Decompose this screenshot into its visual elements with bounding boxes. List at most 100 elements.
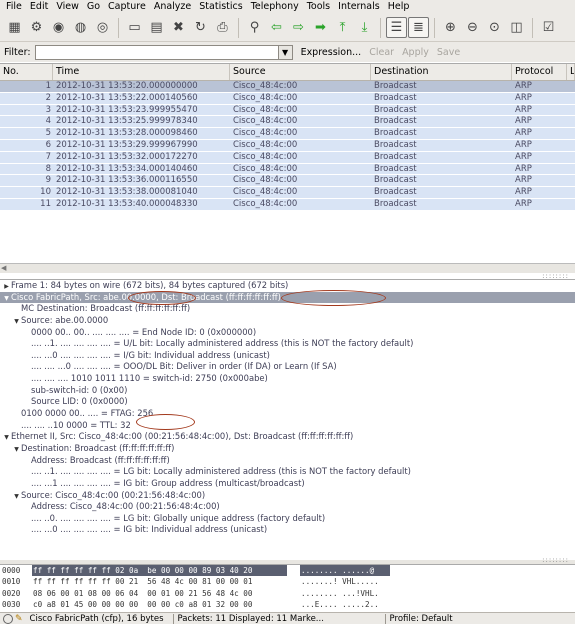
detail-line[interactable]: .... ...1 .... .... .... .... = IG bit: … — [0, 478, 575, 490]
detail-line[interactable]: ▶ Frame 1: 84 bytes on wire (672 bits), 8… — [0, 280, 575, 292]
detail-line[interactable]: .... ..1. .... .... .... .... = U/L bit:… — [0, 338, 575, 350]
detail-line[interactable]: Source LID: 0 (0x0000) — [0, 396, 575, 408]
detail-line[interactable]: ▼ Cisco FabricPath, Src: abe.00.0000, Dst… — [0, 291, 575, 304]
menu-go[interactable]: Go — [83, 0, 104, 14]
detail-line[interactable]: .... .... ..10 0000 = TTL: 32 — [0, 420, 575, 432]
detail-line[interactable]: .... ..1. .... .... .... .... = LG bit: … — [0, 466, 575, 478]
apply-button[interactable]: Apply — [402, 47, 429, 58]
menu-capture[interactable]: Capture — [104, 0, 150, 14]
last-packet-icon[interactable]: ⤓ — [354, 17, 375, 38]
find-icon[interactable]: ⚲ — [244, 17, 265, 38]
detail-line[interactable]: MC Destination: Broadcast (ff:ff:ff:ff:f… — [0, 303, 575, 315]
options-icon[interactable]: ⚙ — [26, 17, 47, 38]
column-header-source[interactable]: Source — [230, 64, 371, 80]
bytes-row[interactable]: 0020 08 06 00 01 08 00 06 04 00 01 00 21 … — [0, 588, 575, 599]
zoom-out-icon[interactable]: ⊖ — [462, 17, 483, 38]
packet-row[interactable]: 1 2012-10-31 13:53:20.000000000 Cisco_48:4… — [0, 81, 575, 93]
detail-line[interactable]: .... ...0 .... .... .... .... = I/G bit:… — [0, 350, 575, 362]
filter-input[interactable] — [34, 44, 279, 60]
detail-line[interactable]: ▼ Ethernet II, Src: Cisco_48:4c:00 (00:21… — [0, 431, 575, 443]
save-file-icon[interactable]: ▤ — [146, 17, 167, 38]
colorize-icon[interactable]: ☰ — [386, 17, 407, 38]
first-packet-icon[interactable]: ⤒ — [332, 17, 353, 38]
cell-time: 2012-10-31 13:53:40.000048330 — [56, 198, 198, 209]
autoscroll-icon[interactable]: ≣ — [408, 17, 429, 38]
detail-line[interactable]: .... ..0. .... .... .... .... = LG bit: … — [0, 513, 575, 525]
detail-line[interactable]: .... ...0 .... .... .... .... = IG bit: … — [0, 524, 575, 536]
expression-button[interactable]: Expression... — [301, 47, 362, 58]
start-capture-icon[interactable]: ◉ — [48, 17, 69, 38]
pane-splitter-grip[interactable]: :::::::: — [542, 556, 569, 564]
back-icon[interactable]: ⇦ — [266, 17, 287, 38]
bytes-row[interactable]: 0030 c0 a8 01 45 00 00 00 00 00 00 c0 a8 … — [0, 599, 575, 610]
menu-view[interactable]: View — [52, 0, 83, 14]
column-header-destination[interactable]: Destination — [371, 64, 512, 80]
column-header-time[interactable]: Time — [53, 64, 230, 80]
detail-line[interactable]: 0000 00.. 00.. .... .... .... = End Node… — [0, 327, 575, 339]
zoom-in-icon[interactable]: ⊕ — [440, 17, 461, 38]
detail-line[interactable]: 0100 0000 00.. .... = FTAG: 256 — [0, 408, 575, 420]
detail-text: Source: Cisco_48:4c:00 (00:21:56:48:4c:0… — [21, 489, 206, 500]
bytes-row[interactable]: 0000 ff ff ff ff ff ff 02 0a be 00 00 00 … — [0, 565, 575, 576]
goto-icon[interactable]: ➡ — [310, 17, 331, 38]
detail-line[interactable]: ▼ Source: Cisco_48:4c:00 (00:21:56:48:4c:… — [0, 490, 575, 502]
detail-line[interactable]: ▼ Destination: Broadcast (ff:ff:ff:ff:ff:… — [0, 443, 575, 455]
detail-line[interactable]: .... .... ...0 .... .... .... = OOO/DL B… — [0, 361, 575, 373]
capture-filters-icon[interactable]: ☑ — [538, 17, 559, 38]
print-icon[interactable]: ⎙ — [212, 17, 233, 38]
detail-line[interactable]: Address: Broadcast (ff:ff:ff:ff:ff:ff) — [0, 455, 575, 467]
detail-line[interactable]: sub-switch-id: 0 (0x00) — [0, 385, 575, 397]
detail-line[interactable]: ▼ Source: abe.00.0000 — [0, 315, 575, 327]
capture-comment-icon[interactable]: ✎ — [15, 614, 23, 624]
detail-line[interactable]: Address: Cisco_48:4c:00 (00:21:56:48:4c:… — [0, 501, 575, 513]
column-header-protocol[interactable]: Protocol — [512, 64, 567, 80]
bytes-hex: 08 06 00 01 08 00 06 04 00 01 00 21 56 4… — [33, 588, 253, 598]
menu-edit[interactable]: Edit — [26, 0, 52, 14]
menu-internals[interactable]: Internals — [334, 0, 384, 14]
detail-line[interactable]: .... .... .... 1010 1011 1110 = switch-i… — [0, 373, 575, 385]
packet-row[interactable]: 8 2012-10-31 13:53:34.000140460 Cisco_48:4… — [0, 163, 575, 176]
detail-text: Ethernet II, Src: Cisco_48:4c:00 (00:21:… — [11, 431, 354, 442]
packet-row[interactable]: 9 2012-10-31 13:53:36.000116550 Cisco_48:4… — [0, 175, 575, 188]
resize-columns-icon[interactable]: ◫ — [506, 17, 527, 38]
horizontal-scrollbar[interactable]: ◀ — [0, 263, 575, 273]
chevron-down-icon[interactable]: ▼ — [278, 44, 293, 60]
open-file-icon[interactable]: ▭ — [124, 17, 145, 38]
menu-bar: File Edit View Go Capture Analyze Statis… — [0, 0, 575, 14]
restart-capture-icon[interactable]: ◎ — [92, 17, 113, 38]
cell-no: 1 — [45, 81, 51, 91]
menu-statistics[interactable]: Statistics — [195, 0, 246, 14]
menu-tools[interactable]: Tools — [303, 0, 334, 14]
forward-icon[interactable]: ⇨ — [288, 17, 309, 38]
toolbar-divider — [118, 17, 119, 38]
stop-capture-icon[interactable]: ◍ — [70, 17, 91, 38]
packet-row[interactable]: 2 2012-10-31 13:53:22.000140560 Cisco_48:4… — [0, 92, 575, 105]
cell-source: Cisco_48:4c:00 — [233, 175, 298, 186]
packet-row[interactable]: 11 2012-10-31 13:53:40.000048330 Cisco_48:… — [0, 198, 575, 211]
bytes-offset: 0010 — [2, 577, 21, 587]
menu-file[interactable]: File — [2, 0, 26, 14]
scroll-left-icon[interactable]: ◀ — [1, 264, 6, 272]
packet-row[interactable]: 4 2012-10-31 13:53:25.999978340 Cisco_48:4… — [0, 116, 575, 129]
clear-button[interactable]: Clear — [369, 47, 394, 58]
reload-icon[interactable]: ↻ — [190, 17, 211, 38]
cell-protocol: ARP — [515, 163, 532, 174]
menu-analyze[interactable]: Analyze — [150, 0, 195, 14]
menu-help[interactable]: Help — [384, 0, 414, 14]
cell-destination: Broadcast — [374, 116, 417, 127]
save-button[interactable]: Save — [437, 47, 460, 58]
close-file-icon[interactable]: ✖ — [168, 17, 189, 38]
packet-row[interactable]: 10 2012-10-31 13:53:38.000081040 Cisco_48:… — [0, 187, 575, 199]
bytes-row[interactable]: 0010 ff ff ff ff ff ff 00 21 56 48 4c 00 … — [0, 576, 575, 587]
packet-row[interactable]: 6 2012-10-31 13:53:29.999967990 Cisco_48:4… — [0, 139, 575, 152]
expert-info-icon[interactable] — [3, 613, 13, 624]
packet-row[interactable]: 3 2012-10-31 13:53:23.999955470 Cisco_48:4… — [0, 104, 575, 117]
menu-telephony[interactable]: Telephony — [247, 0, 303, 14]
column-header-no[interactable]: No. — [0, 64, 53, 80]
column-header-length[interactable]: Le — [567, 64, 575, 80]
status-profile[interactable]: Profile: Default — [386, 614, 457, 624]
packet-row[interactable]: 7 2012-10-31 13:53:32.000172270 Cisco_48:4… — [0, 151, 575, 164]
interfaces-icon[interactable]: ▦ — [4, 17, 25, 38]
packet-row[interactable]: 5 2012-10-31 13:53:28.000098460 Cisco_48:4… — [0, 128, 575, 140]
zoom-normal-icon[interactable]: ⊙ — [484, 17, 505, 38]
